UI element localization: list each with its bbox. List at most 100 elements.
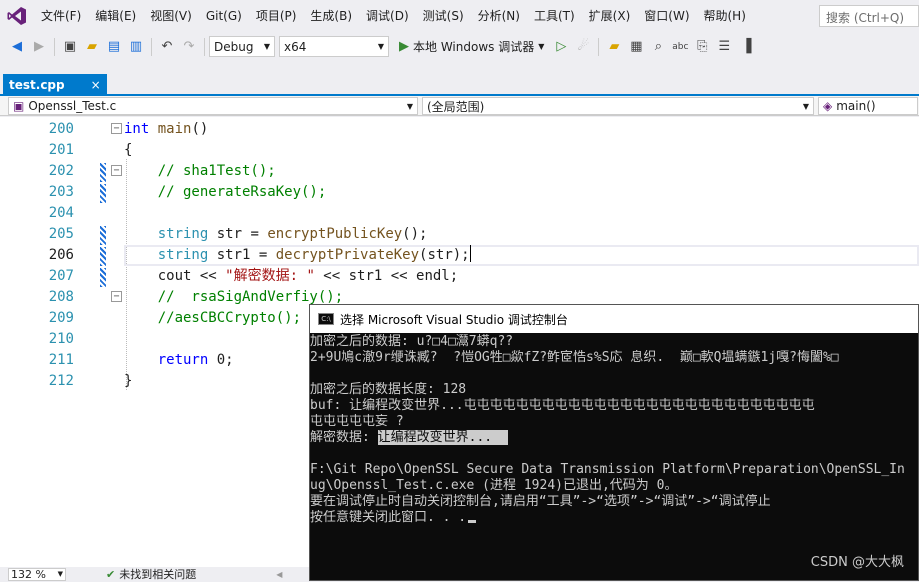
code-line[interactable]: 204: [0, 203, 919, 224]
play-icon: ▶: [399, 39, 409, 54]
close-icon[interactable]: ×: [91, 78, 101, 92]
code-text: {: [124, 140, 132, 161]
search-input[interactable]: 搜索 (Ctrl+Q): [819, 5, 919, 27]
line-number: 212: [48, 373, 74, 389]
menu-item[interactable]: 文件(F): [34, 0, 88, 32]
debug-console-window[interactable]: C:\ 选择 Microsoft Visual Studio 调试控制台 加密之…: [309, 304, 919, 581]
collapse-icon[interactable]: −: [111, 123, 122, 134]
console-prompt-text: 按任意键关闭此窗口. . .: [310, 510, 467, 525]
document-tab-strip: test.cpp ×: [0, 72, 919, 96]
code-token: << str1 << endl;: [314, 268, 459, 284]
code-text: string str1 = decryptPrivateKey(str);: [124, 245, 471, 266]
code-line[interactable]: 201 {: [0, 140, 919, 161]
hot-reload-icon[interactable]: ☄: [572, 36, 594, 58]
cpp-file-icon: ▣: [13, 99, 25, 113]
code-token: }: [124, 373, 133, 389]
comment-icon[interactable]: ☰: [713, 36, 735, 58]
code-line[interactable]: 207 cout << "解密数据: " << str1 << endl;: [0, 266, 919, 287]
menu-item[interactable]: 分析(N): [471, 0, 527, 32]
console-line: 屯屯屯屯屯妄 ?: [310, 414, 404, 429]
bookmark-icon[interactable]: ⎘: [691, 36, 713, 58]
start-debugging-button[interactable]: ▶ 本地 Windows 调试器 ▼: [393, 38, 550, 55]
back-icon[interactable]: ◀: [6, 36, 28, 58]
line-number: 210: [48, 331, 74, 347]
configuration-value: Debug: [214, 39, 254, 54]
menu-item[interactable]: 窗口(W): [637, 0, 696, 32]
code-line[interactable]: 205 string str = encryptPublicKey();: [0, 224, 919, 245]
change-marker: [100, 163, 106, 182]
open-file-icon[interactable]: ▰: [81, 36, 103, 58]
toolbar-separator: [54, 37, 55, 56]
line-number: 203: [48, 184, 74, 200]
line-number: 200: [48, 121, 74, 137]
find-icon[interactable]: ⌕: [647, 36, 669, 58]
issues-status[interactable]: 未找到相关问题: [119, 566, 196, 582]
solution-platform-select[interactable]: x64 ▼: [279, 36, 389, 57]
save-icon[interactable]: ▤: [103, 36, 125, 58]
code-token: str =: [208, 226, 268, 242]
console-title-bar[interactable]: C:\ 选择 Microsoft Visual Studio 调试控制台: [310, 305, 918, 333]
code-token: return: [157, 352, 209, 368]
zoom-select[interactable]: 132 % ▼: [8, 567, 66, 581]
menu-item[interactable]: 测试(S): [416, 0, 471, 32]
uncomment-icon[interactable]: ▐: [735, 36, 757, 58]
redo-icon[interactable]: ↷: [178, 36, 200, 58]
spell-check-icon[interactable]: abc: [669, 36, 691, 58]
standard-toolbar: ◀ ▶ ▣ ▰ ▤ ▥ ↶ ↷ Debug ▼ x64 ▼ ▶ 本地 Windows…: [0, 32, 919, 61]
code-text: int main(): [124, 119, 208, 140]
line-number: 202: [48, 163, 74, 179]
visual-studio-logo-icon[interactable]: [0, 0, 34, 32]
menu-item[interactable]: 生成(B): [303, 0, 359, 32]
code-token: // sha1Test();: [124, 163, 276, 179]
code-token: str1 =: [208, 247, 276, 263]
undo-icon[interactable]: ↶: [156, 36, 178, 58]
decrypted-label: 解密数据:: [310, 430, 378, 445]
code-line[interactable]: 206 string str1 = decryptPrivateKey(str)…: [0, 245, 919, 266]
menu-item[interactable]: 工具(T): [527, 0, 582, 32]
zoom-value: 132 %: [11, 567, 46, 581]
code-token: "解密数据: ": [225, 268, 315, 284]
solution-configuration-select[interactable]: Debug ▼: [209, 36, 275, 57]
code-token: ();: [402, 226, 428, 242]
scope-select[interactable]: (全局范围) ▼: [422, 97, 814, 115]
menu-item[interactable]: 调试(D): [359, 0, 416, 32]
line-number: 211: [48, 352, 74, 368]
menu-item[interactable]: 扩展(X): [582, 0, 638, 32]
menu-item[interactable]: 项目(P): [249, 0, 304, 32]
menu-item[interactable]: 帮助(H): [697, 0, 753, 32]
code-token: cout <<: [124, 268, 226, 284]
chevron-down-icon: ▼: [377, 42, 384, 51]
console-decrypted-line: 解密数据: 让编程改变世界...: [310, 430, 919, 446]
menu-item[interactable]: Git(G): [199, 0, 249, 32]
code-line[interactable]: 202 − // sha1Test();: [0, 161, 919, 182]
new-project-icon[interactable]: ▣: [59, 36, 81, 58]
toolbar-separator: [598, 37, 600, 56]
save-all-icon[interactable]: ▥: [125, 36, 147, 58]
chevron-down-icon: ▼: [802, 101, 809, 111]
line-number: 208: [48, 289, 74, 305]
forward-icon[interactable]: ▶: [28, 36, 50, 58]
project-select[interactable]: ▣ Openssl_Test.c ▼: [8, 97, 418, 115]
menu-item[interactable]: 视图(V): [143, 0, 199, 32]
member-select[interactable]: ◈ main(): [818, 97, 918, 115]
menu-item[interactable]: 编辑(E): [88, 0, 143, 32]
scroll-left-icon[interactable]: ◀: [276, 570, 282, 579]
code-text: cout << "解密数据: " << str1 << endl;: [124, 266, 458, 287]
console-prompt-line: 按任意键关闭此窗口. . .: [310, 510, 919, 526]
code-line[interactable]: 203 // generateRsaKey();: [0, 182, 919, 203]
code-line[interactable]: 200 − int main(): [0, 119, 919, 140]
code-token: //aesCBCCrypto();: [124, 310, 302, 326]
collapse-icon[interactable]: −: [111, 165, 122, 176]
layout-icon[interactable]: ▦: [625, 36, 647, 58]
chevron-down-icon: ▼: [538, 42, 545, 51]
start-without-debugging-icon[interactable]: ▷: [550, 36, 572, 58]
console-output[interactable]: 加密之后的数据: u?□4□灊7蟒q?? 2+9U鳩c澈9r缏诛臧? ?愷OG牲…: [310, 334, 919, 582]
line-number: 205: [48, 226, 74, 242]
folder-icon[interactable]: ▰: [603, 36, 625, 58]
collapse-icon[interactable]: −: [111, 291, 122, 302]
tab-test-cpp[interactable]: test.cpp ×: [3, 74, 107, 96]
change-marker: [100, 226, 106, 245]
console-cursor: [468, 520, 477, 523]
